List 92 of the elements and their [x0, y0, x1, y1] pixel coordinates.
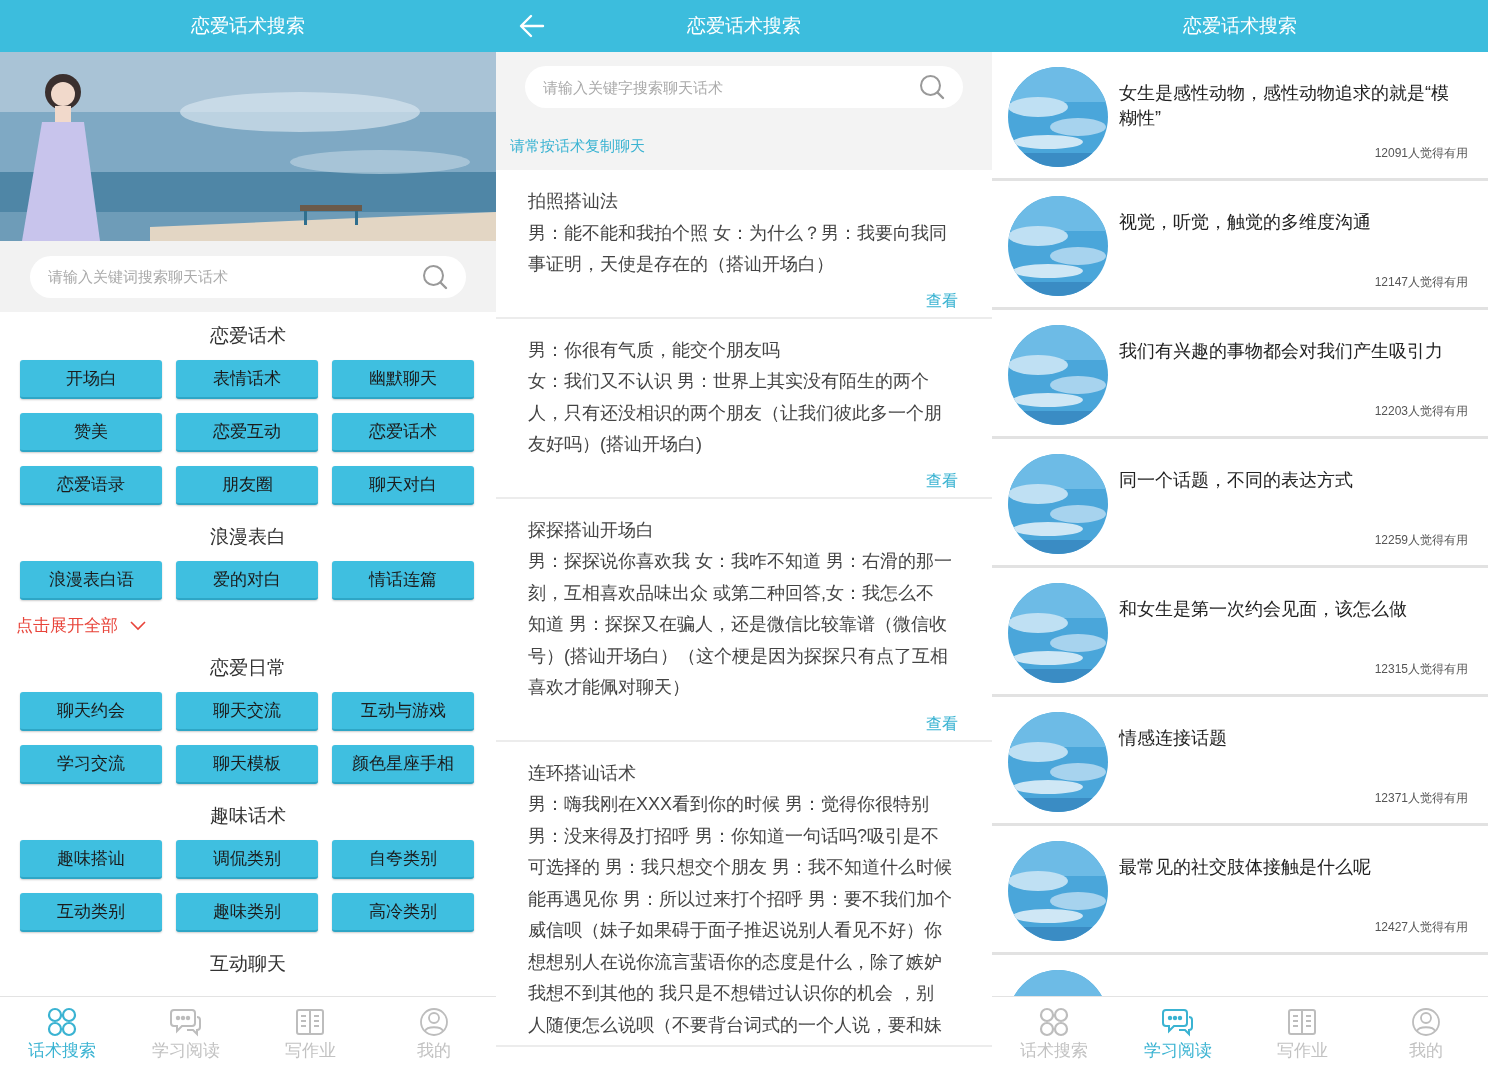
category-button[interactable]: 互动类别 — [20, 893, 162, 932]
chat-bubbles-icon — [170, 1006, 202, 1037]
category-button[interactable]: 学习交流 — [20, 745, 162, 784]
book-icon — [295, 1006, 325, 1037]
useful-count: 12427人觉得有用 — [1374, 919, 1468, 936]
category-button[interactable]: 恋爱话术 — [332, 413, 474, 452]
script-line: 威信呗（妹子如果碍于面子推迟说别人看见不好）你 — [528, 919, 943, 942]
script-line: 可选择的 男：我只想交个朋友 男：我不知道什么时候 — [528, 856, 953, 879]
screen-title: 恋爱话术搜索 — [687, 13, 801, 38]
back-arrow-icon — [519, 13, 545, 39]
user-icon — [419, 1006, 449, 1037]
card-title: 探探搭讪开场白 — [528, 518, 655, 542]
user-icon — [1411, 1006, 1441, 1037]
script-line: 男：没来得及打招呼 男：你知道一句话吗?吸引是不 — [528, 824, 940, 848]
useful-count: 12091人觉得有用 — [1374, 145, 1468, 162]
category-button[interactable]: 开场白 — [20, 360, 162, 399]
script-line: 喜欢才能佩对聊天） — [528, 676, 691, 699]
script-line: 男：探探说你喜欢我 女：我咋不知道 男：右滑的那一 — [528, 550, 953, 573]
category-button[interactable]: 幽默聊天 — [332, 360, 474, 399]
script-line: 人，只有还没相识的两个朋友（让我们彼此多一个朋 — [528, 401, 943, 425]
category-button[interactable]: 爱的对白 — [176, 561, 318, 600]
category-button[interactable]: 聊天对白 — [332, 466, 474, 505]
category-button[interactable]: 高冷类别 — [332, 893, 474, 932]
useful-count: 12259人觉得有用 — [1374, 532, 1468, 549]
chat-bubbles-icon — [1162, 1006, 1194, 1037]
category-button[interactable]: 调侃类别 — [176, 840, 318, 879]
useful-count: 12315人觉得有用 — [1374, 661, 1468, 678]
category-button[interactable]: 恋爱互动 — [176, 413, 318, 452]
script-line: 人随便怎么说呗（不要背台词式的一个人说，要和妹 — [528, 1013, 943, 1037]
search-field[interactable]: 请输入关键字搜索聊天话术 — [525, 66, 963, 108]
script-line: 男：嗨我刚在XXX看到你的时候 男：觉得你很特别 — [528, 793, 931, 816]
four-circles-icon — [47, 1006, 77, 1037]
script-line: 事证明，天使是存在的（搭讪开场白） — [528, 253, 835, 276]
useful-count: 12371人觉得有用 — [1374, 790, 1468, 807]
search-icon[interactable] — [919, 74, 945, 100]
section-title: 恋爱日常 — [209, 655, 287, 680]
article-item[interactable]: 女生是感性动物，感性动物追求的就是“模糊性” 12091人觉得有用 — [992, 52, 1488, 181]
section-title: 恋爱话术 — [209, 323, 287, 348]
article-title: 同一个话题，不同的表达方式 — [1119, 469, 1354, 492]
section-title: 互动聊天 — [209, 951, 287, 976]
script-line: 刻，互相喜欢品味出众 或第二种回答,女：我怎么不 — [528, 581, 935, 605]
script-line: 能再遇见你 男：所以过来打个招呼 男：要不我们加个 — [528, 887, 953, 911]
script-line: 女：我们又不认识 男：世界上其实没有陌生的两个 — [528, 370, 930, 393]
article-title: 和女生是第一次约会见面，该怎么做 — [1119, 598, 1408, 621]
script-line: 想想别人在说你流言蜚语你的态度是什么，除了嫉妒 — [528, 950, 943, 974]
article-title: 视觉，听觉，触觉的多维度沟通 — [1119, 211, 1372, 234]
category-button[interactable]: 恋爱语录 — [20, 466, 162, 505]
search-field[interactable]: 请输入关键词搜索聊天话术 — [30, 255, 466, 298]
article-title: 我们有兴趣的事物都会对我们产生吸引力 — [1119, 340, 1444, 363]
section-title: 趣味话术 — [209, 803, 287, 828]
back-button[interactable] — [518, 12, 546, 40]
article-item[interactable]: 我们有兴趣的事物都会对我们产生吸引力 12203人觉得有用 — [992, 310, 1488, 439]
category-button[interactable]: 朋友圈 — [176, 466, 318, 505]
category-button[interactable]: 颜色星座手相 — [332, 745, 474, 784]
screen-title: 恋爱话术搜索 — [1183, 13, 1297, 38]
chevron-down-icon — [130, 621, 146, 631]
screen-title: 恋爱话术搜索 — [191, 13, 305, 38]
article-title: 女生是感性动物，感性动物追求的就是“模糊性” — [1119, 82, 1450, 130]
article-item[interactable]: 视觉，听觉，触觉的多维度沟通 12147人觉得有用 — [992, 181, 1488, 310]
script-line: 友好吗）(搭讪开场白) — [528, 433, 703, 456]
article-item[interactable]: 最常见的社交肢体接触是什么呢 12427人觉得有用 — [992, 826, 1488, 955]
article-item[interactable]: 和女生是第一次约会见面，该怎么做 12315人觉得有用 — [992, 568, 1488, 697]
section-title: 浪漫表白 — [209, 524, 287, 549]
script-line: 男：能不能和我拍个照 女：为什么？男：我要向我同 — [528, 221, 948, 245]
category-button[interactable]: 自夸类别 — [332, 840, 474, 879]
category-button[interactable]: 趣味搭讪 — [20, 840, 162, 879]
expand-link[interactable]: 点击展开全部 — [16, 613, 146, 639]
category-button[interactable]: 聊天约会 — [20, 692, 162, 731]
card-title: 连环搭讪话术 — [528, 761, 637, 785]
category-button[interactable]: 情话连篇 — [332, 561, 474, 600]
category-button[interactable]: 互动与游戏 — [332, 692, 474, 731]
script-line: 知道 男：探探又在骗人，还是微信比较靠谱（微信收 — [528, 613, 948, 636]
category-button[interactable]: 趣味类别 — [176, 893, 318, 932]
useful-count: 12203人觉得有用 — [1374, 403, 1468, 420]
article-title: 最常见的社交肢体接触是什么呢 — [1119, 856, 1372, 879]
article-item[interactable]: 情感连接话题 12371人觉得有用 — [992, 697, 1488, 826]
category-button[interactable]: 聊天模板 — [176, 745, 318, 784]
search-icon[interactable] — [422, 263, 448, 290]
article-title: 情感连接话题 — [1119, 727, 1228, 750]
article-item[interactable]: 同一个话题，不同的表达方式 12259人觉得有用 — [992, 439, 1488, 568]
category-button[interactable]: 浪漫表白语 — [20, 561, 162, 600]
category-button[interactable]: 赞美 — [20, 413, 162, 452]
book-icon — [1287, 1006, 1317, 1037]
script-line: 号）(搭讪开场白）（这个梗是因为探探只有点了互相 — [528, 644, 949, 668]
script-line: 男：你很有气质，能交个朋友吗 — [528, 338, 781, 362]
category-button[interactable]: 聊天交流 — [176, 692, 318, 731]
hint-text: 请常按话术复制聊天 — [510, 135, 645, 156]
script-line: 我想不到其他的 我只是不想错过认识你的机会 ，别 — [528, 982, 935, 1005]
four-circles-icon — [1039, 1006, 1069, 1037]
card-title: 拍照搭讪法 — [528, 190, 619, 213]
useful-count: 12147人觉得有用 — [1374, 274, 1468, 291]
category-button[interactable]: 表情话术 — [176, 360, 318, 399]
